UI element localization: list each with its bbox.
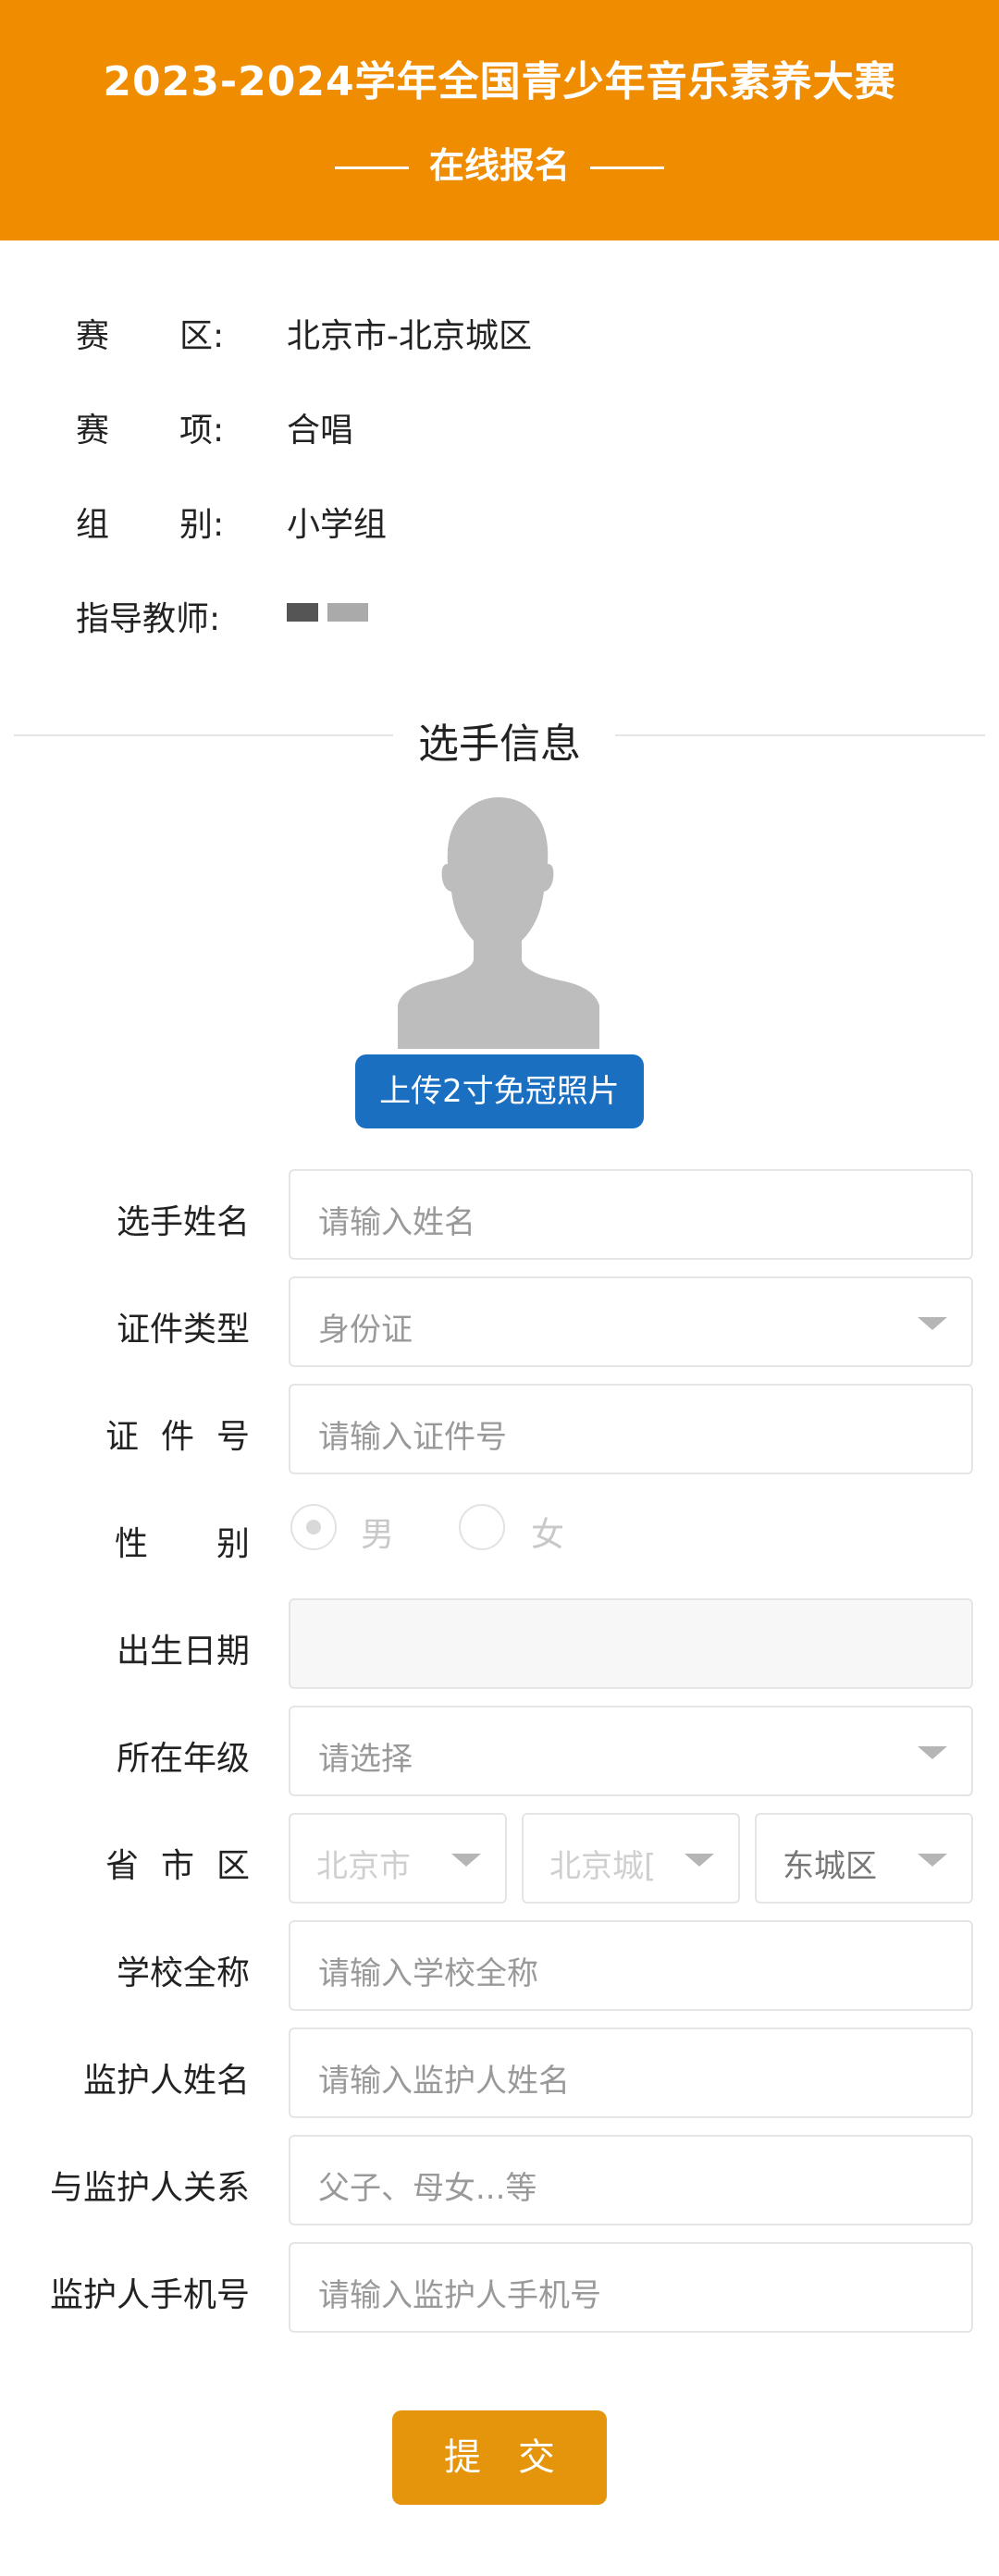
info-region-label-a: 赛 <box>76 317 110 355</box>
label-char: 市 <box>160 1847 194 1885</box>
info-teacher-value-redacted <box>287 592 377 630</box>
guardian-phone-input[interactable]: 请输入监护人手机号 <box>289 2242 973 2333</box>
row-school: 学校全称 请输入学校全称 <box>0 1920 999 2013</box>
info-region-value: 北京市-北京城区 <box>287 317 532 355</box>
label-char: 区 <box>216 1847 250 1885</box>
grade-placeholder: 请选择 <box>318 1741 413 1778</box>
radio-dot <box>306 1520 321 1535</box>
subtitle-dash-right <box>590 166 664 169</box>
info-group-label: 组 别: <box>76 498 261 546</box>
row-gender: 性别 男 女 <box>0 1491 999 1584</box>
label-char: 别 <box>216 1525 250 1563</box>
submit-button[interactable]: 提交 <box>392 2410 607 2505</box>
row-guardian-phone: 监护人手机号 请输入监护人手机号 <box>0 2242 999 2335</box>
label-char: 号 <box>216 1418 250 1456</box>
info-region-label: 赛 区: <box>76 309 261 357</box>
district-value: 东城区 <box>783 1848 877 1885</box>
info-event-label-a: 赛 <box>76 412 110 450</box>
guardian-phone-placeholder: 请输入监护人手机号 <box>318 2277 601 2314</box>
info-event-label: 赛 项: <box>76 403 261 451</box>
label-gender: 性别 <box>28 1517 250 1565</box>
district-select[interactable]: 东城区 <box>755 1813 973 1904</box>
id-number-placeholder: 请输入证件号 <box>318 1419 507 1456</box>
info-group-value: 小学组 <box>287 506 388 544</box>
guardian-name-input[interactable]: 请输入监护人姓名 <box>289 2028 973 2118</box>
row-guardian-name: 监护人姓名 请输入监护人姓名 <box>0 2028 999 2120</box>
header-banner: 2023-2024学年全国青少年音乐素养大赛 在线报名 <box>0 0 999 240</box>
city-value: 北京城[ <box>549 1848 657 1885</box>
info-event-label-b: 项: <box>179 412 225 450</box>
info-event-value: 合唱 <box>287 412 354 450</box>
label-id-type: 证件类型 <box>116 1311 250 1349</box>
page-title: 2023-2024学年全国青少年音乐素养大赛 <box>103 58 896 105</box>
redacted-block <box>327 603 368 622</box>
subtitle-text: 在线报名 <box>428 145 570 186</box>
grade-select[interactable]: 请选择 <box>289 1706 973 1796</box>
id-number-input[interactable]: 请输入证件号 <box>289 1384 973 1474</box>
label-relation: 与监护人关系 <box>49 2169 250 2207</box>
gender-male-radio[interactable] <box>290 1504 337 1550</box>
label-char: 省 <box>105 1847 139 1885</box>
row-area: 省市区 北京市 北京城[ 东城区 <box>0 1813 999 1905</box>
label-char: 件 <box>160 1418 194 1456</box>
province-select[interactable]: 北京市 <box>289 1813 507 1904</box>
school-placeholder: 请输入学校全称 <box>318 1955 538 1992</box>
row-birth-date: 出生日期 <box>0 1598 999 1691</box>
id-type-value: 身份证 <box>318 1312 413 1349</box>
row-id-type: 证件类型 身份证 <box>0 1276 999 1369</box>
avatar-placeholder-icon[interactable] <box>398 797 599 1049</box>
gender-female-label: 女 <box>531 1516 565 1554</box>
redacted-block <box>287 603 318 622</box>
info-group-label-b: 别: <box>179 506 225 544</box>
label-guardian-phone: 监护人手机号 <box>49 2276 250 2314</box>
row-id-number: 证件号 请输入证件号 <box>0 1384 999 1476</box>
chevron-down-icon <box>451 1854 481 1867</box>
gender-male-label: 男 <box>361 1516 395 1554</box>
row-player-name: 选手姓名 请输入姓名 <box>0 1169 999 1262</box>
info-teacher-label: 指导教师: <box>76 600 221 638</box>
chevron-down-icon <box>918 1854 947 1867</box>
info-region-label-b: 区: <box>179 317 225 355</box>
label-birth-date: 出生日期 <box>116 1633 250 1670</box>
guardian-name-placeholder: 请输入监护人姓名 <box>318 2063 570 2100</box>
city-select[interactable]: 北京城[ <box>522 1813 740 1904</box>
upload-photo-button[interactable]: 上传2寸免冠照片 <box>355 1054 644 1128</box>
section-player-info: 选手信息 <box>14 703 985 768</box>
row-relation: 与监护人关系 父子、母女...等 <box>0 2135 999 2227</box>
id-type-select[interactable]: 身份证 <box>289 1276 973 1367</box>
label-id-number: 证件号 <box>28 1410 250 1458</box>
relation-input[interactable]: 父子、母女...等 <box>289 2135 973 2225</box>
province-value: 北京市 <box>316 1848 411 1885</box>
chevron-down-icon <box>918 1317 947 1330</box>
row-grade: 所在年级 请选择 <box>0 1706 999 1798</box>
section-title: 选手信息 <box>418 721 581 768</box>
label-area: 省市区 <box>28 1839 250 1887</box>
label-guardian-name: 监护人姓名 <box>82 2062 250 2100</box>
info-group-label-a: 组 <box>76 506 110 544</box>
relation-placeholder: 父子、母女...等 <box>318 2170 537 2207</box>
chevron-down-icon <box>918 1746 947 1759</box>
label-char: 性 <box>114 1525 148 1563</box>
chevron-down-icon <box>684 1854 714 1867</box>
birth-date-input[interactable] <box>289 1598 973 1689</box>
label-char: 证 <box>105 1418 139 1456</box>
label-school: 学校全称 <box>116 1954 250 1992</box>
label-grade: 所在年级 <box>116 1740 250 1778</box>
page-subtitle: 在线报名 <box>0 137 999 188</box>
gender-female-radio[interactable] <box>459 1504 505 1550</box>
school-input[interactable]: 请输入学校全称 <box>289 1920 973 2011</box>
label-player-name: 选手姓名 <box>116 1203 250 1241</box>
subtitle-dash-left <box>334 166 409 169</box>
player-name-placeholder: 请输入姓名 <box>318 1204 475 1241</box>
player-name-input[interactable]: 请输入姓名 <box>289 1169 973 1260</box>
